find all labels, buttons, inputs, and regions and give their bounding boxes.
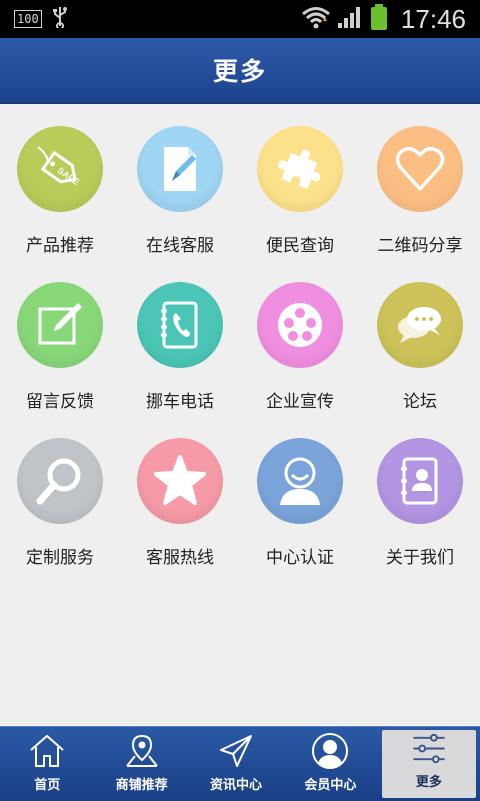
grid-item-product-recommend[interactable]: SALE 产品推荐 — [0, 104, 120, 256]
grid-item-forum[interactable]: 论坛 — [360, 260, 480, 412]
nav-shop-recommend[interactable]: 商铺推荐 — [94, 727, 188, 801]
film-reel-icon — [257, 282, 343, 368]
nav-label: 首页 — [34, 778, 61, 793]
svg-text:SALE: SALE — [56, 165, 81, 187]
grid-item-custom-service[interactable]: 定制服务 — [0, 416, 120, 568]
nav-label: 会员中心 — [304, 778, 357, 793]
member-icon — [312, 733, 349, 769]
grid-item-label: 二维码分享 — [377, 236, 463, 256]
grid-item-move-car-phone[interactable]: 挪车电话 — [120, 260, 240, 412]
clock: 17:46 — [400, 3, 466, 34]
paper-plane-icon — [220, 735, 253, 767]
grid-item-label: 企业宣传 — [266, 392, 334, 412]
nav-more[interactable]: 更多 — [381, 730, 477, 798]
nav-label: 商铺推荐 — [115, 778, 168, 793]
home-icon — [30, 734, 64, 767]
grid-item-label: 产品推荐 — [26, 236, 94, 256]
nav-member-center[interactable]: 会员中心 — [283, 727, 377, 801]
settings-sliders-icon — [413, 733, 445, 764]
grid-item-label: 论坛 — [403, 392, 437, 412]
puzzle-icon — [257, 126, 343, 212]
magnifier-icon — [17, 438, 103, 524]
page-header: 更多 — [0, 38, 480, 104]
nav-label: 资讯中心 — [210, 778, 263, 793]
grid-item-label: 挪车电话 — [146, 392, 214, 412]
grid-item-service-hotline[interactable]: 客服热线 — [120, 416, 240, 568]
bottom-nav: 首页 商铺推荐 资讯中心 会员中心 更多 — [0, 726, 480, 801]
grid-item-enterprise-promo[interactable]: 企业宣传 — [240, 260, 360, 412]
grid-item-label: 便民查询 — [266, 236, 334, 256]
heart-icon — [377, 126, 463, 212]
contact-card-icon — [377, 438, 463, 524]
grid-item-label: 客服热线 — [146, 548, 214, 568]
edit-note-icon — [17, 282, 103, 368]
grid-item-label: 在线客服 — [146, 236, 214, 256]
star-icon — [137, 438, 223, 524]
grid-item-label: 中心认证 — [266, 548, 334, 568]
wifi-icon — [301, 5, 331, 33]
grid-item-label: 留言反馈 — [26, 392, 94, 412]
grid-item-feedback[interactable]: 留言反馈 — [0, 260, 120, 412]
page-title: 更多 — [212, 57, 267, 86]
user-icon — [257, 438, 343, 524]
grid-item-label: 定制服务 — [26, 548, 94, 568]
phone-book-icon — [137, 282, 223, 368]
battery-icon — [369, 3, 389, 35]
nav-label: 更多 — [415, 775, 442, 790]
nav-home[interactable]: 首页 — [0, 727, 94, 801]
grid-item-online-service[interactable]: 在线客服 — [120, 104, 240, 256]
document-pen-icon — [137, 126, 223, 212]
grid-item-center-auth[interactable]: 中心认证 — [240, 416, 360, 568]
usb-icon — [52, 6, 68, 32]
grid-item-label: 关于我们 — [386, 548, 454, 568]
status-bar: 100 17:46 — [0, 0, 480, 38]
sale-tag-icon: SALE — [17, 126, 103, 212]
nav-news-center[interactable]: 资讯中心 — [189, 727, 283, 801]
grid-item-convenience-query[interactable]: 便民查询 — [240, 104, 360, 256]
signal-icon — [337, 5, 363, 33]
chat-bubbles-icon — [377, 282, 463, 368]
grid-item-about-us[interactable]: 关于我们 — [360, 416, 480, 568]
grid-item-qrcode-share[interactable]: 二维码分享 — [360, 104, 480, 256]
battery-badge: 100 — [14, 10, 42, 28]
map-pin-icon — [125, 734, 158, 767]
